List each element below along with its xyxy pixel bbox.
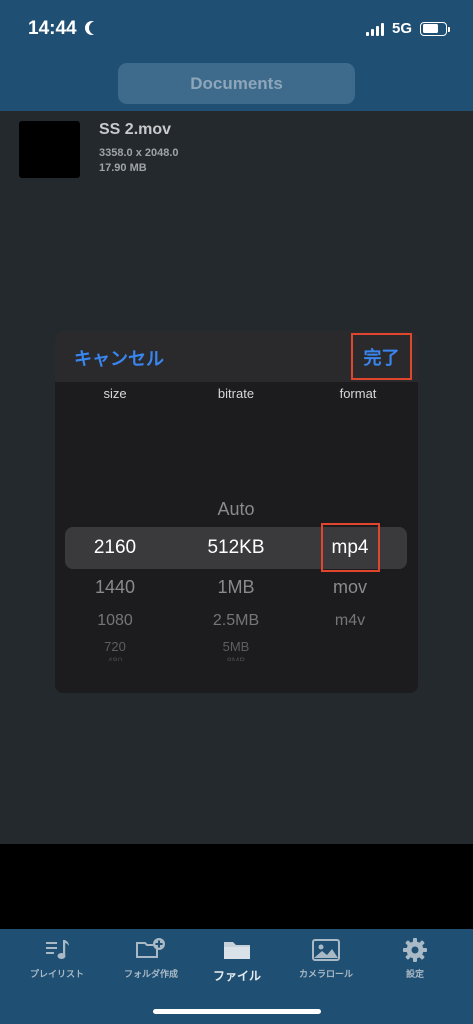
format-column-header: format — [339, 386, 377, 401]
status-indicators: 5G — [365, 20, 450, 37]
export-options-picker: キャンセル 完了 size bitrate format 2160 1440 1… — [55, 331, 418, 693]
bitrate-column-header: bitrate — [217, 386, 255, 401]
home-indicator — [153, 1009, 321, 1014]
signal-icon — [365, 22, 384, 36]
file-name: SS 2.mov — [99, 121, 172, 138]
playlist-icon — [46, 940, 69, 959]
done-button[interactable]: 完了 — [351, 333, 412, 380]
size-option[interactable]: 720 — [55, 639, 175, 654]
size-option[interactable]: 1440 — [55, 577, 175, 598]
cancel-button[interactable]: キャンセル — [74, 345, 164, 371]
app-header: 14:44 5G Documents — [0, 0, 473, 111]
tab-playlist[interactable]: プレイリスト — [10, 937, 104, 989]
tab-new-folder[interactable]: フォルダ作成 — [104, 937, 198, 989]
tab-camera-roll[interactable]: カメラロール — [279, 937, 373, 989]
new-folder-icon — [136, 938, 165, 958]
bitrate-option[interactable]: 512KB — [176, 537, 296, 559]
format-option[interactable]: mov — [290, 577, 410, 598]
bitrate-option[interactable]: 2.5MB — [176, 612, 296, 630]
list-item[interactable]: SS 2.mov 3358.0 x 2048.0 17.90 MB — [19, 121, 179, 178]
size-option[interactable]: 2160 — [55, 537, 175, 559]
bitrate-option[interactable]: 5MB — [176, 639, 296, 654]
tab-label: 設定 — [405, 969, 424, 979]
tab-label: カメラロール — [298, 969, 353, 979]
photo-icon — [312, 939, 340, 961]
gear-icon — [403, 938, 427, 962]
moon-icon — [89, 21, 103, 35]
folder-icon — [224, 942, 250, 959]
bitrate-option[interactable]: 1MB — [176, 577, 296, 598]
bitrate-option[interactable]: 8MB — [176, 656, 296, 661]
status-time: 14:44 — [28, 18, 103, 40]
tab-label: ファイル — [212, 969, 261, 983]
bitrate-option[interactable]: Auto — [176, 499, 296, 520]
size-column-header: size — [103, 386, 127, 401]
page-title[interactable]: Documents — [118, 63, 355, 104]
network-type: 5G — [391, 20, 412, 37]
format-highlight — [321, 523, 380, 572]
size-option[interactable]: 480 — [55, 656, 175, 661]
file-resolution: 3358.0 x 2048.0 — [99, 147, 179, 159]
tab-files[interactable]: ファイル — [190, 937, 284, 989]
file-size: 17.90 MB — [99, 162, 147, 174]
picker-toolbar: キャンセル 完了 — [55, 331, 418, 382]
battery-icon — [420, 21, 450, 36]
size-option[interactable]: 1080 — [55, 612, 175, 630]
format-option[interactable]: m4v — [290, 612, 410, 630]
tab-label: プレイリスト — [29, 969, 84, 979]
tab-settings[interactable]: 設定 — [368, 937, 462, 989]
tab-label: フォルダ作成 — [123, 969, 178, 979]
video-thumbnail — [19, 121, 80, 178]
